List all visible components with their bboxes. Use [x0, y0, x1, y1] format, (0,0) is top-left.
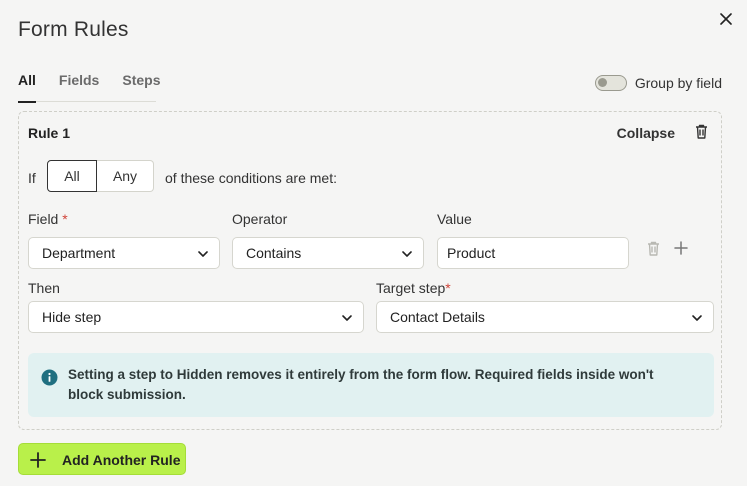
tab-steps[interactable]: Steps [122, 72, 160, 102]
required-mark: * [445, 280, 451, 296]
field-label: Field * [28, 211, 68, 227]
info-icon [41, 369, 58, 386]
close-icon [720, 13, 732, 25]
rule-title: Rule 1 [28, 125, 71, 141]
operator-label: Operator [232, 211, 288, 227]
rule-card: Rule 1 Collapse If All Any of these cond… [18, 111, 722, 430]
add-another-rule-label: Add Another Rule [62, 452, 181, 468]
then-action-value: Hide step [42, 309, 102, 325]
match-all-button[interactable]: All [47, 160, 97, 192]
group-by-field-toggle[interactable] [594, 75, 627, 91]
value-input[interactable]: Product [437, 237, 629, 269]
delete-rule-button[interactable] [695, 124, 708, 144]
operator-select[interactable]: Contains [232, 237, 424, 269]
plus-icon [674, 241, 688, 255]
conditions-text: of these conditions are met: [165, 170, 337, 186]
add-another-rule-button[interactable]: Add Another Rule [18, 443, 186, 475]
info-text: Setting a step to Hidden removes it enti… [68, 367, 654, 402]
group-by-field-label: Group by field [634, 75, 722, 91]
tab-all[interactable]: All [18, 72, 36, 103]
target-step-value: Contact Details [390, 309, 485, 325]
add-condition-button[interactable] [674, 241, 688, 260]
collapse-button[interactable]: Collapse [617, 125, 675, 141]
toggle-knob [597, 78, 607, 87]
field-select[interactable]: Department [28, 237, 220, 269]
chevron-down-icon [692, 315, 702, 321]
required-mark: * [62, 211, 68, 227]
match-any-button[interactable]: Any [97, 160, 154, 192]
then-action-select[interactable]: Hide step [28, 301, 364, 333]
match-segmented-control: All Any [47, 160, 154, 192]
tab-fields[interactable]: Fields [59, 72, 99, 102]
then-label: Then [28, 280, 60, 296]
if-label: If [28, 170, 36, 186]
target-step-select[interactable]: Contact Details [376, 301, 714, 333]
trash-icon [696, 124, 707, 139]
close-button[interactable] [717, 10, 735, 28]
value-input-text: Product [447, 245, 496, 261]
delete-condition-button[interactable] [647, 241, 660, 261]
page-title: Form Rules [18, 18, 129, 41]
group-by-field-control: Group by field [594, 75, 722, 91]
trash-icon [648, 241, 659, 256]
target-step-label: Target step* [376, 280, 451, 296]
tab-bar: All Fields Steps [18, 72, 160, 103]
plus-icon [30, 452, 46, 468]
field-select-value: Department [42, 245, 116, 261]
value-label: Value [437, 211, 472, 227]
chevron-down-icon [402, 251, 412, 257]
operator-select-value: Contains [246, 245, 302, 261]
info-banner: Setting a step to Hidden removes it enti… [28, 353, 714, 417]
chevron-down-icon [342, 315, 352, 321]
chevron-down-icon [198, 251, 208, 257]
